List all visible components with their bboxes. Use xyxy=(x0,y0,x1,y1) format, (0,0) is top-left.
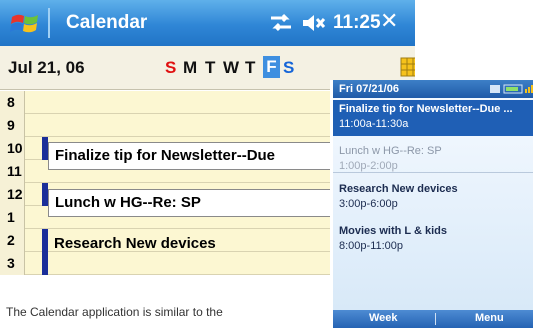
hour-label: 3 xyxy=(0,252,25,275)
clock[interactable]: 11:25 xyxy=(333,12,381,34)
agenda-item-title: Finalize tip for Newsletter--Due ... xyxy=(339,103,513,115)
softkey-week[interactable]: Week xyxy=(369,312,398,324)
agenda-item[interactable]: Research New devices 3:00p-6:00p xyxy=(333,182,533,214)
softkey-separator xyxy=(435,313,436,325)
title-separator xyxy=(48,8,50,38)
hour-label: 11 xyxy=(0,160,25,183)
weekday-sunday[interactable]: S xyxy=(165,58,176,78)
windows-start-icon[interactable] xyxy=(9,8,41,38)
agenda-item-title: Lunch w HG--Re: SP xyxy=(339,145,442,157)
connectivity-icon[interactable] xyxy=(268,12,294,34)
app-title: Calendar xyxy=(66,12,148,33)
title-bar: Calendar 11:25 ✕ xyxy=(0,0,415,46)
grid-icon[interactable] xyxy=(400,56,415,78)
caption-text: The Calendar application is similar to t… xyxy=(6,305,223,319)
signal-icon xyxy=(490,84,533,94)
agenda-list: Finalize tip for Newsletter--Due ... 11:… xyxy=(333,98,533,310)
past-divider xyxy=(333,172,533,173)
close-icon[interactable]: ✕ xyxy=(380,9,398,34)
agenda-item-time: 3:00p-6:00p xyxy=(339,198,398,210)
appointment-block[interactable]: Lunch w HG--Re: SP xyxy=(48,189,348,217)
agenda-item-title: Movies with L & kids xyxy=(339,225,447,237)
hour-label: 2 xyxy=(0,229,25,252)
softkey-menu[interactable]: Menu xyxy=(475,312,504,324)
softkey-bar: Week Menu xyxy=(333,310,533,328)
weekday-wednesday[interactable]: W xyxy=(223,58,239,78)
hour-label: 1 xyxy=(0,206,25,229)
agenda-item[interactable]: Movies with L & kids 8:00p-11:00p xyxy=(333,224,533,256)
weekday-thursday[interactable]: T xyxy=(245,58,255,78)
agenda-item-title: Research New devices xyxy=(339,183,458,195)
smartphone-screen: Fri 07/21/06 Finalize tip for Newsletter… xyxy=(330,80,533,328)
agenda-item-selected[interactable]: Finalize tip for Newsletter--Due ... 11:… xyxy=(333,100,533,136)
weekday-monday[interactable]: M xyxy=(183,58,197,78)
weekday-friday-selected[interactable]: F xyxy=(263,56,280,78)
agenda-item-time: 8:00p-11:00p xyxy=(339,240,404,252)
hour-label: 8 xyxy=(0,91,25,114)
hour-label: 10 xyxy=(0,137,25,160)
appointment-block[interactable]: Research New devices xyxy=(48,231,348,277)
volume-icon[interactable] xyxy=(301,12,327,34)
smartphone-title-bar: Fri 07/21/06 xyxy=(333,80,533,98)
agenda-item-time: 11:00a-11:30a xyxy=(339,118,409,130)
date-label[interactable]: Jul 21, 06 xyxy=(8,58,85,78)
smartphone-date-title: Fri 07/21/06 xyxy=(339,83,399,95)
weekday-saturday[interactable]: S xyxy=(283,58,294,78)
weekday-tuesday[interactable]: T xyxy=(205,58,215,78)
hour-label: 12 xyxy=(0,183,25,206)
hour-label: 9 xyxy=(0,114,25,137)
